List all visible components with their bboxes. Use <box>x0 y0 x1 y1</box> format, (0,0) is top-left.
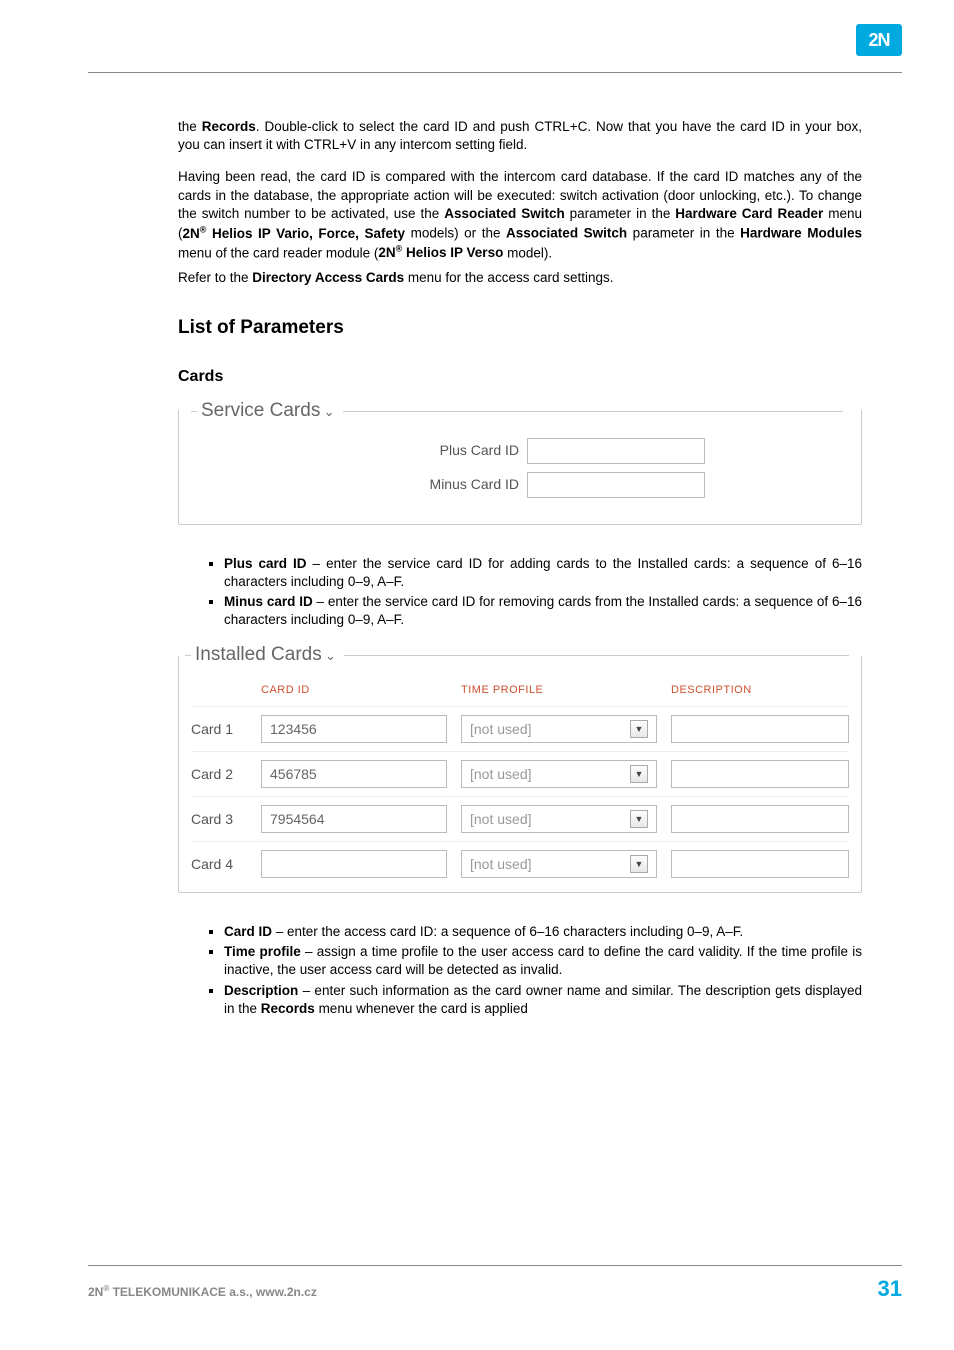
card-id-input[interactable] <box>261 715 447 743</box>
table-row: Card 2 [not used] ▼ <box>191 751 849 796</box>
service-cards-legend[interactable]: Service Cards ⌄ <box>197 398 343 424</box>
card-row-label: Card 1 <box>191 720 261 739</box>
installed-cards-bullets: Card ID – enter the access card ID: a se… <box>178 923 862 1018</box>
text-bold: 2N <box>378 245 395 260</box>
minus-card-input[interactable] <box>527 472 705 498</box>
description-input[interactable] <box>671 850 849 878</box>
header-description: DESCRIPTION <box>671 683 849 698</box>
text: menu for the access card settings. <box>404 270 613 285</box>
header-divider <box>88 72 902 73</box>
text: – enter the access card ID: a sequence o… <box>272 924 743 939</box>
plus-card-row: Plus Card ID <box>197 438 843 464</box>
text-bold: Minus card ID <box>224 594 313 609</box>
text-bold: Card ID <box>224 924 272 939</box>
text: parameter in the <box>565 206 676 221</box>
table-header: CARD ID TIME PROFILE DESCRIPTION <box>191 681 849 706</box>
table-row: Card 1 [not used] ▼ <box>191 706 849 751</box>
dropdown-arrow-icon: ▼ <box>630 855 648 873</box>
text-bold: Plus card ID <box>224 556 307 571</box>
select-value: [not used] <box>470 720 532 739</box>
text-bold: Helios IP Verso <box>402 245 503 260</box>
text: – enter the service card ID for adding c… <box>224 556 862 589</box>
list-item: Time profile – assign a time profile to … <box>224 943 862 979</box>
text-bold: Associated Switch <box>444 206 564 221</box>
paragraph-records: the Records. Double-click to select the … <box>178 118 862 154</box>
text: models) or the <box>405 226 506 241</box>
time-profile-select[interactable]: [not used] ▼ <box>461 760 657 788</box>
text-bold: 2N <box>183 226 200 241</box>
time-profile-select[interactable]: [not used] ▼ <box>461 850 657 878</box>
table-row: Card 4 [not used] ▼ <box>191 841 849 886</box>
text: TELEKOMUNIKACE a.s., www.2n.cz <box>109 1285 317 1299</box>
service-cards-fieldset: Service Cards ⌄ Plus Card ID Minus Card … <box>178 410 862 525</box>
text: the <box>178 119 202 134</box>
card-id-input[interactable] <box>261 850 447 878</box>
legend-label: Installed Cards <box>195 644 322 665</box>
text-bold: Records <box>202 119 256 134</box>
text-bold: Directory Access Cards <box>252 270 404 285</box>
list-item: Card ID – enter the access card ID: a se… <box>224 923 862 941</box>
card-row-label: Card 4 <box>191 855 261 874</box>
list-item: Description – enter such information as … <box>224 982 862 1018</box>
text: model). <box>503 245 552 260</box>
text-bold: Description <box>224 983 298 998</box>
time-profile-select[interactable]: [not used] ▼ <box>461 805 657 833</box>
chevron-down-icon: ⌄ <box>324 404 335 419</box>
header-time-profile: TIME PROFILE <box>461 683 671 698</box>
text: – enter the service card ID for removing… <box>224 594 862 627</box>
heading-list-of-parameters: List of Parameters <box>178 315 862 341</box>
dropdown-arrow-icon: ▼ <box>630 765 648 783</box>
minus-card-row: Minus Card ID <box>197 472 843 498</box>
footer-divider <box>88 1265 902 1266</box>
service-cards-bullets: Plus card ID – enter the service card ID… <box>178 555 862 630</box>
text: menu whenever the card is applied <box>315 1001 528 1016</box>
plus-card-input[interactable] <box>527 438 705 464</box>
text: parameter in the <box>627 226 740 241</box>
page-content: the Records. Double-click to select the … <box>178 118 862 1044</box>
header-card-id: CARD ID <box>261 683 461 698</box>
time-profile-select[interactable]: [not used] ▼ <box>461 715 657 743</box>
footer-company: 2N® TELEKOMUNIKACE a.s., www.2n.cz <box>88 1284 317 1299</box>
text-bold: Associated Switch <box>506 226 627 241</box>
text-bold: Hardware Card Reader <box>675 206 823 221</box>
page-footer: 2N® TELEKOMUNIKACE a.s., www.2n.cz 31 <box>88 1265 902 1302</box>
description-input[interactable] <box>671 760 849 788</box>
table-row: Card 3 [not used] ▼ <box>191 796 849 841</box>
list-item: Plus card ID – enter the service card ID… <box>224 555 862 591</box>
installed-cards-fieldset: Installed Cards ⌄ CARD ID TIME PROFILE D… <box>178 656 862 893</box>
brand-logo: 2N <box>856 24 902 56</box>
installed-cards-legend[interactable]: Installed Cards ⌄ <box>191 642 344 668</box>
plus-card-label: Plus Card ID <box>197 441 527 460</box>
text-bold: Hardware Modules <box>740 226 862 241</box>
text-bold: Helios IP Vario, Force, Safety <box>206 226 405 241</box>
text: – assign a time profile to the user acce… <box>224 944 862 977</box>
legend-label: Service Cards <box>201 400 320 421</box>
dropdown-arrow-icon: ▼ <box>630 720 648 738</box>
heading-cards: Cards <box>178 366 862 388</box>
installed-cards-table: CARD ID TIME PROFILE DESCRIPTION Card 1 [… <box>191 681 849 886</box>
text: 2N <box>88 1285 103 1299</box>
description-input[interactable] <box>671 715 849 743</box>
description-input[interactable] <box>671 805 849 833</box>
chevron-down-icon: ⌄ <box>325 648 336 663</box>
text: . Double-click to select the card ID and… <box>178 119 862 152</box>
select-value: [not used] <box>470 810 532 829</box>
card-id-input[interactable] <box>261 805 447 833</box>
page-number: 31 <box>878 1276 902 1302</box>
minus-card-label: Minus Card ID <box>197 475 527 494</box>
select-value: [not used] <box>470 765 532 784</box>
text: Refer to the <box>178 270 252 285</box>
text-bold: Records <box>261 1001 315 1016</box>
card-row-label: Card 3 <box>191 810 261 829</box>
dropdown-arrow-icon: ▼ <box>630 810 648 828</box>
list-item: Minus card ID – enter the service card I… <box>224 593 862 629</box>
text-bold: Time profile <box>224 944 301 959</box>
text: menu of the card reader module ( <box>178 245 378 260</box>
card-id-input[interactable] <box>261 760 447 788</box>
card-row-label: Card 2 <box>191 765 261 784</box>
select-value: [not used] <box>470 855 532 874</box>
paragraph-refer: Refer to the Directory Access Cards menu… <box>178 269 862 287</box>
paragraph-database: Having been read, the card ID is compare… <box>178 168 862 262</box>
